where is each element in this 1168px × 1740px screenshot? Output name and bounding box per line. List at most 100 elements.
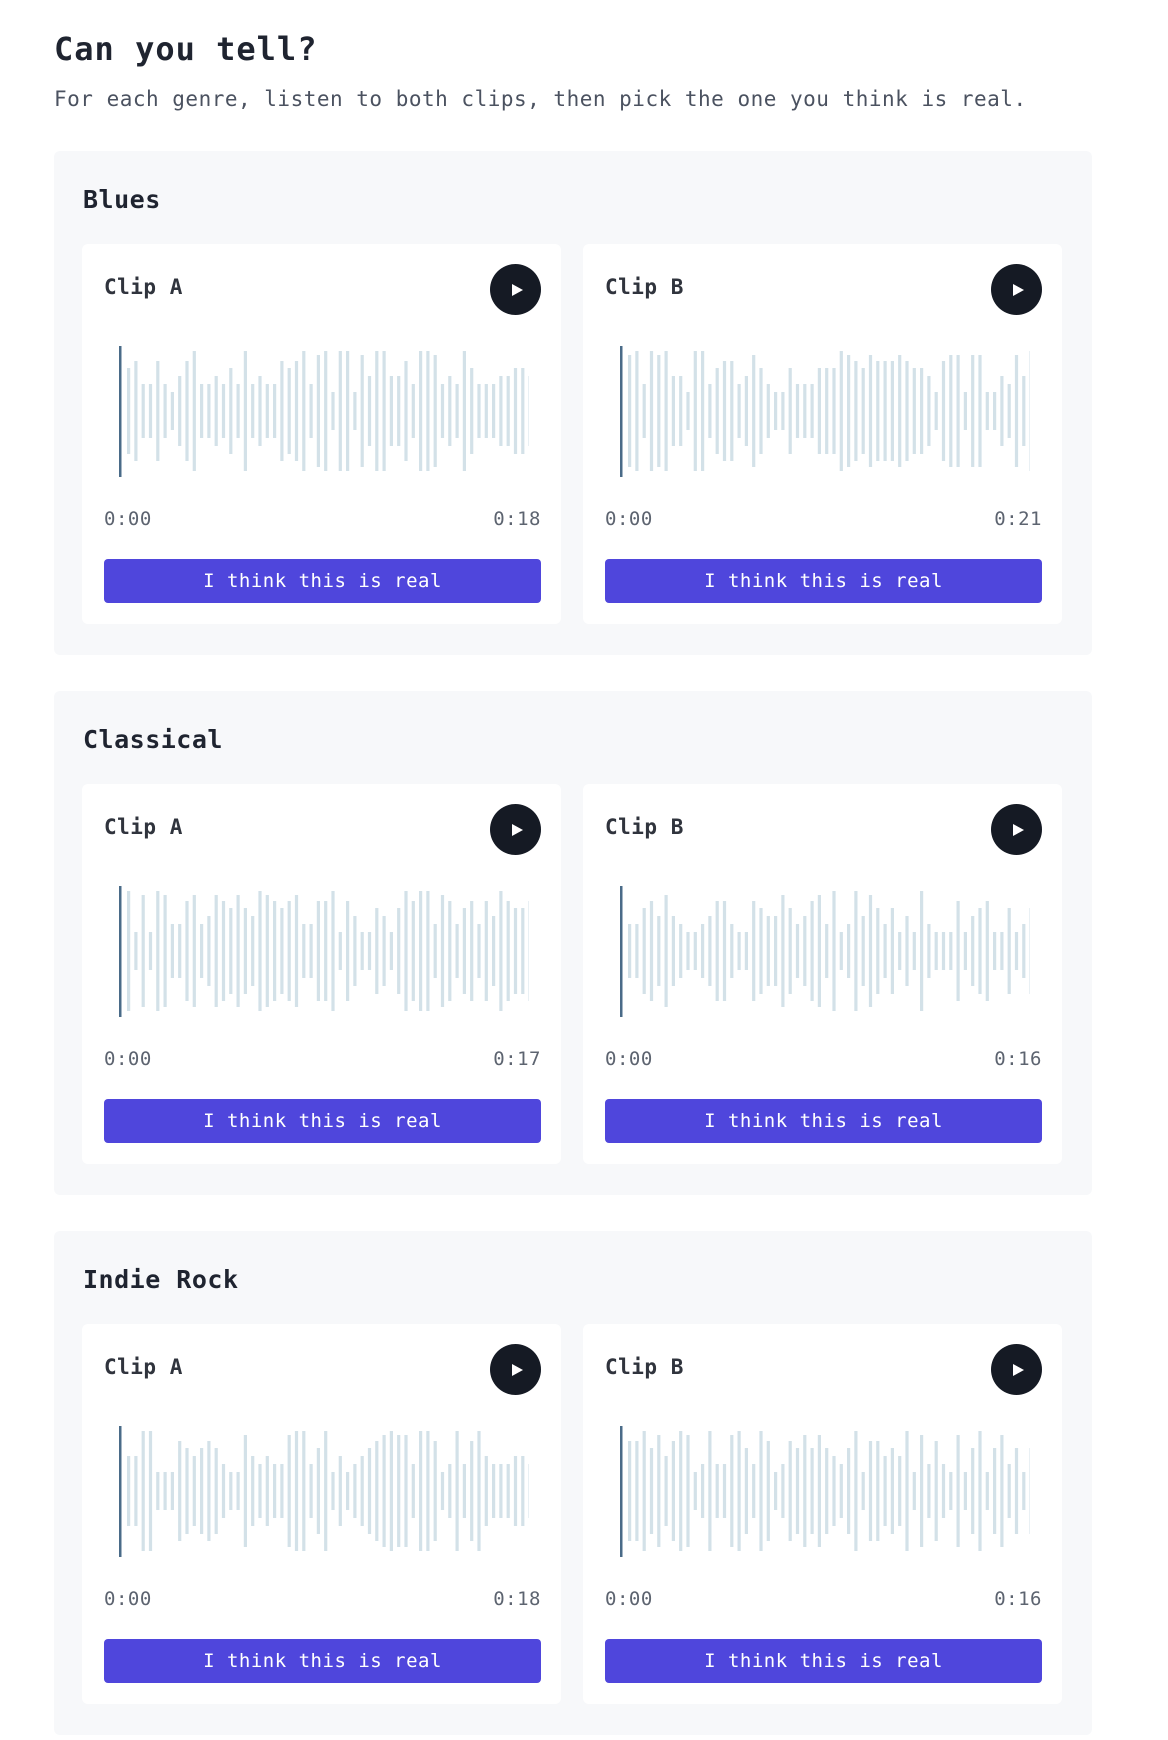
waveform-bar [462, 908, 466, 994]
waveform-bar [759, 908, 763, 994]
waveform-bar [985, 1472, 989, 1510]
waveform-bar [628, 924, 632, 978]
playhead[interactable] [119, 886, 122, 1017]
waveform-bar [375, 1441, 379, 1541]
waveform-bar [163, 895, 167, 1007]
playhead[interactable] [620, 886, 623, 1017]
waveform-bar [722, 1464, 727, 1518]
waveform-bar [462, 351, 466, 471]
play-button[interactable] [991, 1344, 1042, 1395]
waveform-bar [971, 916, 975, 986]
waveform-bar [766, 916, 770, 986]
waveform-bar [426, 891, 430, 1011]
waveform-bar [679, 924, 683, 978]
real-vote-button[interactable]: I think this is real [605, 1099, 1042, 1143]
waveform-bar [382, 916, 386, 986]
waveform-bar [455, 924, 459, 978]
waveform-bar [353, 916, 357, 986]
duration: 0:16 [994, 1588, 1042, 1610]
waveform-bar [433, 355, 437, 467]
play-icon [512, 823, 523, 836]
real-vote-button[interactable]: I think this is real [104, 1639, 541, 1683]
waveform-bar [455, 384, 459, 438]
waveform-bar [170, 392, 174, 430]
waveform[interactable] [620, 1424, 1030, 1559]
clip-card-b: Clip B 0:00 0:21 I think this is real [583, 244, 1062, 624]
waveform-bar [978, 1431, 982, 1551]
waveform-bar [642, 908, 646, 994]
waveform-bar [854, 1431, 858, 1551]
waveform-bar [722, 361, 727, 461]
waveform[interactable] [620, 884, 1030, 1019]
waveform[interactable] [119, 884, 529, 1019]
playhead[interactable] [620, 346, 623, 477]
playhead[interactable] [119, 346, 122, 477]
real-vote-button[interactable]: I think this is real [104, 1099, 541, 1143]
waveform-bar [243, 1435, 247, 1547]
playhead[interactable] [620, 1426, 623, 1557]
waveform-bar [382, 1435, 386, 1547]
playhead[interactable] [119, 1426, 122, 1557]
waveform-bar [759, 1431, 763, 1551]
waveform-bar [949, 355, 953, 467]
waveform-bar [367, 932, 372, 970]
waveform-bar [1014, 1448, 1019, 1534]
waveform[interactable] [119, 1424, 529, 1559]
waveform-bar [868, 895, 873, 1007]
waveform-bar [679, 1431, 683, 1551]
waveform-bar [686, 392, 690, 430]
waveform-bar [649, 351, 654, 471]
waveform-bar [331, 1472, 335, 1510]
waveform-bar [839, 1464, 843, 1518]
waveform-bar [854, 361, 858, 461]
waveform-bar [949, 932, 953, 970]
waveform-bar [927, 924, 931, 978]
waveform-bar [788, 1441, 792, 1541]
waveform-bar [360, 1456, 364, 1526]
waveform-bar [470, 368, 474, 454]
current-time: 0:00 [605, 1588, 653, 1610]
page-subtitle: For each genre, listen to both clips, th… [54, 87, 1027, 111]
play-button[interactable] [490, 1344, 541, 1395]
waveform-bar [426, 351, 430, 471]
waveform-bar [287, 1435, 291, 1547]
waveform-bar [404, 891, 408, 1011]
play-button[interactable] [991, 264, 1042, 315]
clip-label: Clip A [104, 1355, 183, 1379]
duration: 0:17 [493, 1048, 541, 1070]
waveform-bar [163, 384, 167, 438]
waveform-bar [927, 1464, 931, 1518]
waveform-bar [411, 1464, 415, 1518]
waveform-bar [462, 1464, 466, 1518]
waveform-bar [920, 891, 924, 1011]
clip-card-a: Clip A 0:00 0:18 I think this is real [82, 244, 561, 624]
waveform-bar [715, 368, 719, 454]
play-button[interactable] [991, 804, 1042, 855]
waveform-bar [265, 1456, 269, 1526]
waveform-bar [367, 1448, 372, 1534]
waveform-bar [825, 924, 829, 978]
play-button[interactable] [490, 264, 541, 315]
waveform[interactable] [620, 344, 1030, 479]
real-vote-button[interactable]: I think this is real [605, 1639, 1042, 1683]
waveform-bar [273, 384, 277, 438]
waveform-bar [941, 932, 946, 970]
real-vote-button[interactable]: I think this is real [104, 559, 541, 603]
play-button[interactable] [490, 804, 541, 855]
waveform-bar [774, 1472, 778, 1510]
real-vote-button[interactable]: I think this is real [605, 559, 1042, 603]
waveform[interactable] [119, 344, 529, 479]
waveform-bar [956, 1435, 960, 1547]
waveform-bar [316, 1448, 320, 1534]
waveform-bar [148, 932, 153, 970]
waveform-bar [985, 392, 989, 430]
waveform-bar [433, 924, 437, 978]
waveform-bar [170, 924, 174, 978]
waveform-bar [484, 901, 488, 1001]
waveform-bar [978, 908, 982, 994]
waveform-bar [251, 1456, 255, 1526]
current-time: 0:00 [104, 1048, 152, 1070]
waveform-bar [781, 392, 785, 430]
waveform-bar [774, 392, 778, 430]
waveform-bar [781, 895, 785, 1007]
